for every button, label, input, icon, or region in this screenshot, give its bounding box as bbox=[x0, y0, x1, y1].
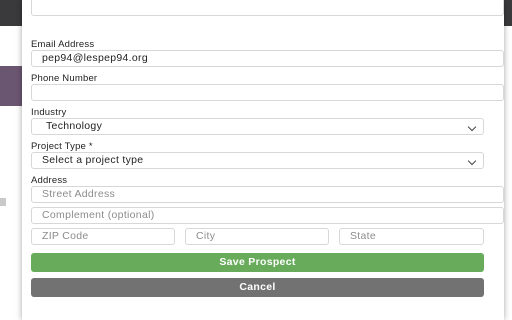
complement-input[interactable]: Complement (optional) bbox=[31, 207, 504, 224]
page-background-left bbox=[0, 26, 22, 320]
email-field[interactable]: pep94@lespep94.org bbox=[31, 50, 504, 67]
chevron-down-icon bbox=[467, 122, 477, 132]
industry-label: Industry bbox=[31, 107, 67, 118]
cancel-button[interactable]: Cancel bbox=[31, 278, 484, 297]
save-prospect-button[interactable]: Save Prospect bbox=[31, 253, 484, 272]
project-type-label: Project Type * bbox=[31, 141, 93, 152]
state-input[interactable]: State bbox=[339, 228, 484, 245]
city-input[interactable]: City bbox=[185, 228, 329, 245]
prospect-form-popup: Email Address pep94@lespep94.org Phone N… bbox=[22, 0, 504, 320]
street-address-input[interactable]: Street Address bbox=[31, 186, 504, 203]
page-background-fragment bbox=[0, 198, 6, 206]
address-label: Address bbox=[31, 175, 68, 186]
project-type-select[interactable]: Select a project type bbox=[31, 152, 484, 169]
phone-label: Phone Number bbox=[31, 73, 98, 84]
page-background-right bbox=[504, 26, 512, 320]
previous-field-input[interactable] bbox=[31, 0, 504, 16]
industry-selected-value: Technology bbox=[46, 120, 103, 132]
zip-code-input[interactable]: ZIP Code bbox=[31, 228, 175, 245]
chevron-down-icon bbox=[467, 156, 477, 166]
email-label: Email Address bbox=[31, 39, 95, 50]
phone-field[interactable] bbox=[31, 84, 504, 101]
industry-select[interactable]: Technology bbox=[31, 118, 484, 135]
project-type-selected-value: Select a project type bbox=[42, 154, 144, 166]
